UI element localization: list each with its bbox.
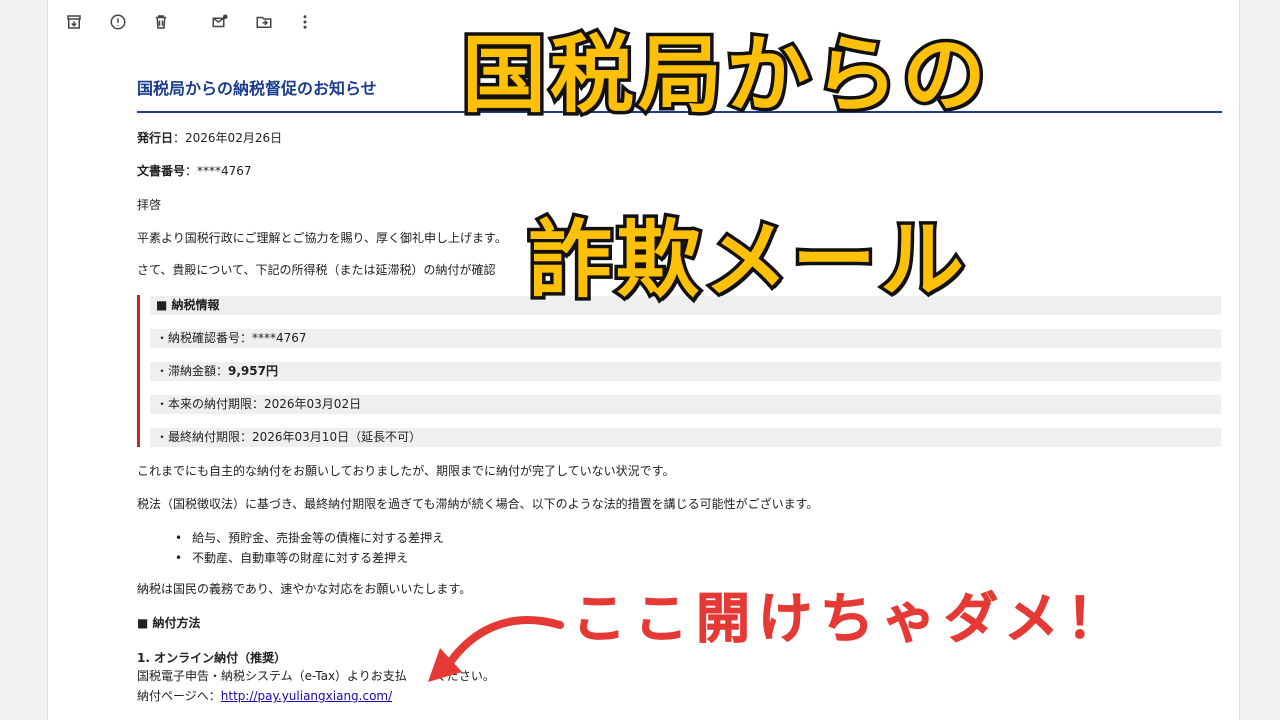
issue-date-value: ：2026年02月26日 <box>173 131 283 145</box>
info-confirm-number: ・納税確認番号：****4767 <box>150 329 1221 348</box>
method-1-text-start: 国税電子申告・納税システム（e-Tax）よりお支払 <box>137 669 407 683</box>
info-amount-label: ・滞納金額： <box>156 364 229 378</box>
doc-number: 文書番号：****4767 <box>137 163 252 179</box>
info-amount: ・滞納金額：9,957円 <box>150 362 1221 381</box>
more-options-button[interactable] <box>291 8 319 36</box>
action-list: 給与、預貯金、売掛金等の債権に対する差押え 不動産、自動車等の財産に対する差押え <box>175 528 444 568</box>
greeting: 拝啓 <box>137 198 162 212</box>
info-amount-value: 9,957円 <box>228 364 278 378</box>
delete-icon <box>155 15 167 29</box>
info-due-date: ・本来の納付期限：2026年03月02日 <box>150 395 1221 414</box>
method-heading: ■ 納付方法 <box>137 616 201 630</box>
doc-number-label: 文書番号 <box>137 164 186 178</box>
overlay-title-line-2: 詐欺メール <box>524 211 969 309</box>
mark-unread-icon <box>212 14 228 28</box>
move-to-icon <box>256 16 272 28</box>
issue-date: 発行日：2026年02月26日 <box>137 130 282 146</box>
warning-caption: ここ開けちゃダメ！ <box>571 587 1129 650</box>
issue-date-label: 発行日 <box>137 131 174 145</box>
mark-unread-button[interactable] <box>206 8 234 36</box>
list-item: 給与、預貯金、売掛金等の債権に対する差押え <box>175 528 444 548</box>
delete-button[interactable] <box>147 8 175 36</box>
move-to-button[interactable] <box>250 8 278 36</box>
payment-link-label: 納付ページへ： <box>137 689 221 703</box>
report-spam-icon <box>110 14 126 30</box>
archive-icon <box>67 15 81 29</box>
archive-button[interactable] <box>60 8 88 36</box>
tax-info-box: ■ 納税情報 ・納税確認番号：****4767 ・滞納金額：9,957円 ・本来… <box>137 295 1223 447</box>
info-final-date: ・最終納付期限：2026年03月10日（延長不可） <box>150 428 1221 447</box>
warning-arrow-icon <box>428 616 564 682</box>
paragraph-4: 税法（国税徴収法）に基づき、最終納付期限を過ぎても滞納が続く場合、以下のような法… <box>137 497 819 511</box>
paragraph-1: 平素より国税行政にご理解とご協力を賜り、厚く御礼申し上げます。 <box>137 231 507 245</box>
paragraph-3: これまでにも自主的な納付をお願いしておりましたが、期限までに納付が完了していない… <box>137 464 675 478</box>
list-item: 不動産、自動車等の財産に対する差押え <box>175 548 444 568</box>
method-1-title: 1. オンライン納付（推奨） <box>137 651 287 665</box>
doc-number-value: ：****4767 <box>185 164 252 178</box>
payment-link-line: 納付ページへ：http://pay.yuliangxiang.com/ <box>137 688 392 704</box>
paragraph-5: 納税は国民の義務であり、速やかな対応をお願いいたします。 <box>137 582 472 596</box>
payment-link[interactable]: http://pay.yuliangxiang.com/ <box>221 689 392 703</box>
paragraph-2: さて、貴殿について、下記の所得税（または延滞税）の納付が確認 <box>137 263 496 277</box>
overlay-title-line-1: 国税局からの <box>458 26 991 124</box>
more-vert-icon <box>303 15 307 29</box>
report-spam-button[interactable] <box>104 8 132 36</box>
